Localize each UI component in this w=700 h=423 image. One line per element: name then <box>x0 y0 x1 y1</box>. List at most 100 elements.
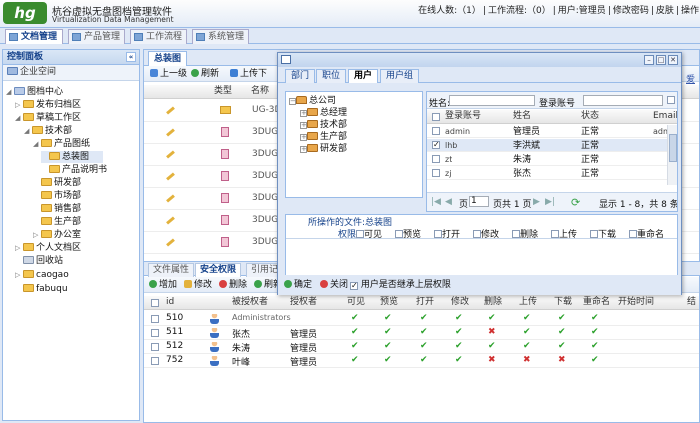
scrollbar-thumb[interactable] <box>669 134 677 162</box>
account-search-input[interactable] <box>583 95 663 106</box>
tab-department[interactable]: 部门 <box>285 69 316 83</box>
inherit-permission-option[interactable]: ✓ 用户是否继承上层权限 <box>350 279 451 291</box>
tab-file-properties[interactable]: 文件属性 <box>148 263 195 277</box>
select-all-checkbox[interactable] <box>432 113 440 121</box>
collapse-icon[interactable]: « <box>126 52 136 62</box>
tree-node-assembly-drawing[interactable]: 总装图 <box>41 151 103 163</box>
permission-checkbox[interactable] <box>395 230 403 238</box>
user-checkbox[interactable] <box>432 169 440 177</box>
org-node-tech[interactable]: + 技术部 <box>300 119 347 131</box>
right-edge-link[interactable]: 爱 <box>686 72 695 85</box>
action-link[interactable]: 操作 <box>681 6 699 16</box>
maximize-icon[interactable]: □ <box>656 55 666 65</box>
row-checkbox[interactable] <box>151 357 159 365</box>
add-permission-button[interactable]: 增加 <box>149 279 177 291</box>
tree-node-office[interactable]: ▷ 办公室 <box>33 229 81 241</box>
tab-user[interactable]: 用户 <box>348 69 379 83</box>
tab-system-management[interactable]: 系统管理 <box>192 29 249 44</box>
prev-page-icon[interactable]: ◀ <box>445 197 452 207</box>
edit-icon[interactable] <box>166 194 175 203</box>
tree-node-rnd-dept[interactable]: 研发部 <box>33 177 81 189</box>
tree-node-product-manual[interactable]: 产品说明书 <box>41 164 107 176</box>
ok-button[interactable]: 确定 <box>284 279 312 291</box>
permission-checkbox[interactable] <box>590 230 598 238</box>
button-label: 关闭 <box>330 280 349 290</box>
permission-checkbox[interactable] <box>512 230 520 238</box>
table-row[interactable]: 510 Administrators ✔ ✔ ✔ ✔ ✔ ✔ ✔ ✔ <box>144 312 699 326</box>
tree-node-sales-dept[interactable]: 销售部 <box>33 203 81 215</box>
search-checkbox[interactable] <box>667 96 675 104</box>
user-row[interactable]: zj 张杰 正常 <box>427 167 677 180</box>
row-checkbox[interactable] <box>151 315 159 323</box>
name-search-input[interactable] <box>449 95 535 106</box>
refresh-icon[interactable]: ⟳ <box>571 196 580 209</box>
tab-document-management[interactable]: 文档管理 <box>5 29 63 44</box>
user-row[interactable]: admin 管理员 正常 adm <box>427 125 677 138</box>
row-checkbox[interactable] <box>151 343 159 351</box>
download-button[interactable]: 下 <box>258 68 267 80</box>
org-node-company[interactable]: − 总公司 <box>289 95 336 107</box>
tree-node-production-dept[interactable]: 生产部 <box>33 216 81 228</box>
org-node-gm[interactable]: + 总经理 <box>300 107 347 119</box>
minimize-icon[interactable]: – <box>644 55 654 65</box>
table-row[interactable]: 512 朱涛 管理员 ✔ ✔ ✔ ✔ ✔ ✔ ✔ ✔ <box>144 340 699 354</box>
up-level-button[interactable]: 上一级 <box>150 68 187 80</box>
first-page-icon[interactable]: |◀ <box>431 197 441 207</box>
close-button[interactable]: 关闭 <box>320 279 348 291</box>
tree-node-tech-dept[interactable]: ◢ 技术部 <box>24 125 72 137</box>
select-all-checkbox[interactable] <box>151 299 159 307</box>
user-row[interactable]: zt 朱涛 正常 <box>427 153 677 166</box>
row-checkbox[interactable] <box>151 329 159 337</box>
user-grid-scrollbar[interactable] <box>667 125 677 185</box>
table-row[interactable]: 511 张杰 管理员 ✔ ✔ ✔ ✔ ✖ ✔ ✔ ✔ <box>144 326 699 340</box>
permission-checkbox[interactable] <box>434 230 442 238</box>
workflow-link[interactable]: 工作流程:（0） <box>488 6 551 16</box>
user-checkbox[interactable] <box>432 127 440 135</box>
user-checkbox[interactable] <box>432 155 440 163</box>
tree-node-recycle-bin[interactable]: 回收站 <box>15 255 63 267</box>
permission-checkbox[interactable] <box>551 230 559 238</box>
org-node-production[interactable]: + 生产部 <box>300 131 347 143</box>
next-page-icon[interactable]: ▶ <box>533 197 540 207</box>
edit-icon[interactable] <box>166 238 175 247</box>
edit-icon[interactable] <box>166 172 175 181</box>
permission-checkbox[interactable] <box>629 230 637 238</box>
edit-permission-button[interactable]: 修改 <box>184 279 212 291</box>
tab-assembly-drawing[interactable]: 总装图 <box>148 51 188 66</box>
close-icon[interactable]: ✕ <box>668 55 678 65</box>
refresh-button[interactable]: 刷新 <box>191 68 219 80</box>
tab-workflow[interactable]: 工作流程 <box>130 29 187 44</box>
tree-node-drawing-center[interactable]: ◢ 图档中心 <box>6 86 63 98</box>
last-page-icon[interactable]: ▶| <box>545 197 555 207</box>
skin-link[interactable]: 皮肤 <box>656 6 674 16</box>
cad-file-icon <box>221 171 229 181</box>
edit-icon[interactable] <box>166 106 175 115</box>
enterprise-space-header[interactable]: 企业空间 <box>3 65 139 81</box>
tree-node-personal-docs[interactable]: ▷ 个人文档区 <box>15 242 81 254</box>
grantee-name: 朱涛 <box>232 344 251 354</box>
tree-node-publish-archive[interactable]: ▷ 发布归档区 <box>15 99 81 111</box>
tab-security-permissions[interactable]: 安全权限 <box>195 263 242 277</box>
tree-node-caogao[interactable]: ▷ caogao <box>15 269 69 281</box>
permission-checkbox[interactable] <box>356 230 364 238</box>
edit-icon[interactable] <box>166 128 175 137</box>
edit-icon[interactable] <box>166 150 175 159</box>
tab-user-group[interactable]: 用户组 <box>380 69 420 83</box>
page-number-input[interactable]: 1 <box>469 196 489 207</box>
tab-product-management[interactable]: 产品管理 <box>68 29 125 44</box>
user-row[interactable]: ✓ lhb 李洪斌 正常 <box>427 139 677 152</box>
table-row[interactable]: 752 叶峰 管理员 ✔ ✔ ✔ ✔ ✖ ✖ ✖ ✔ <box>144 354 699 368</box>
tab-position[interactable]: 职位 <box>316 69 347 83</box>
edit-icon[interactable] <box>166 216 175 225</box>
org-node-rnd[interactable]: + 研发部 <box>300 143 347 155</box>
user-checkbox[interactable]: ✓ <box>432 141 440 149</box>
tree-node-product-drawings[interactable]: ◢ 产品图纸 <box>33 138 90 150</box>
inherit-checkbox[interactable]: ✓ <box>350 282 358 290</box>
upload-button[interactable]: 上传 <box>230 68 258 80</box>
tree-node-fabuqu[interactable]: fabuqu <box>15 283 68 295</box>
permission-checkbox[interactable] <box>473 230 481 238</box>
change-password-link[interactable]: 修改密码 <box>613 6 649 16</box>
delete-permission-button[interactable]: 删除 <box>219 279 247 291</box>
tree-node-marketing-dept[interactable]: 市场部 <box>33 190 81 202</box>
tree-node-draft-area[interactable]: ◢ 草稿工作区 <box>15 112 81 124</box>
